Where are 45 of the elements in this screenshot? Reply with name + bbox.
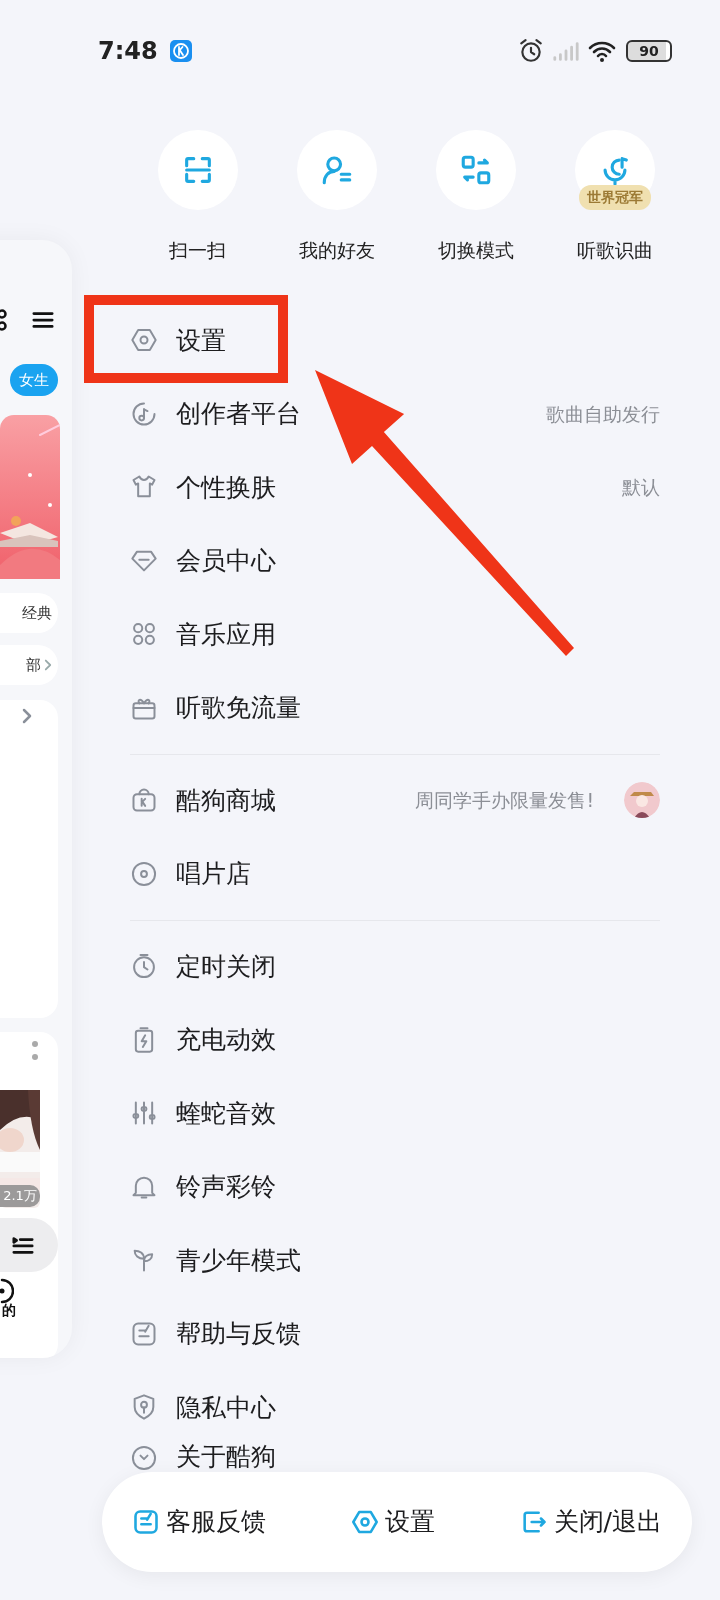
action-button[interactable]: 设置 xyxy=(350,1503,435,1541)
menu-item[interactable]: 会员中心 xyxy=(130,524,660,598)
hexagon-icon xyxy=(350,1508,379,1536)
badge: 世界冠军 xyxy=(578,185,651,210)
menu-item[interactable]: 帮助与反馈 xyxy=(130,1297,660,1371)
signal-icon xyxy=(552,40,580,62)
menu-item[interactable]: 蝰蛇音效 xyxy=(130,1076,660,1150)
playlist-icon[interactable] xyxy=(12,1235,34,1255)
timer-icon xyxy=(130,952,158,981)
menu-item[interactable]: 音乐应用 xyxy=(130,597,660,671)
chevron-icon[interactable] xyxy=(22,708,32,724)
feedback-icon xyxy=(132,1508,160,1536)
menu-item[interactable]: 设置 xyxy=(130,303,660,377)
menu-item[interactable]: 个性换肤 默认 xyxy=(130,450,660,524)
menu-item[interactable]: 铃声彩铃 xyxy=(130,1150,660,1224)
chip[interactable]: 部 xyxy=(0,645,58,685)
nodes-icon[interactable] xyxy=(0,308,10,332)
profile-tab-icon[interactable] xyxy=(0,1278,14,1304)
menu-item[interactable]: 充电动效 xyxy=(130,1003,660,1077)
menu-icon[interactable] xyxy=(32,310,54,330)
app-notification-icon xyxy=(169,40,192,62)
shortcut-label[interactable]: 听歌识曲 xyxy=(576,236,653,265)
play-count: 2.1万 xyxy=(0,1185,40,1207)
shortcut-label[interactable]: 我的好友 xyxy=(298,236,375,265)
menu-item[interactable]: 隐私中心 xyxy=(130,1370,660,1444)
disc-icon xyxy=(130,859,158,888)
menu-item[interactable]: 创作者平台 歌曲自助发行 xyxy=(130,377,660,451)
clock-time: 7:48 xyxy=(98,36,158,67)
chip[interactable]: 经典 xyxy=(0,593,58,633)
wifi-icon xyxy=(588,39,618,63)
more-icon[interactable] xyxy=(31,1040,39,1062)
shortcut-label[interactable]: 切换模式 xyxy=(437,236,514,265)
tab-label[interactable]: 的 xyxy=(2,1300,16,1321)
menu-item[interactable]: 定时关闭 xyxy=(130,929,660,1003)
battery-indicator: 90 xyxy=(626,40,672,62)
menu-item[interactable]: 酷狗商城 周同学手办限量发售! xyxy=(130,763,660,837)
chevron-icon xyxy=(44,658,52,672)
action-button[interactable]: 关闭/退出 xyxy=(519,1503,662,1541)
menu-item[interactable]: 唱片店 xyxy=(130,837,660,911)
alarm-icon xyxy=(518,38,544,64)
menu-item[interactable]: 听歌免流量 xyxy=(130,671,660,745)
shortcut-label[interactable]: 扫一扫 xyxy=(169,236,226,265)
action-button[interactable]: 客服反馈 xyxy=(132,1503,266,1541)
menu-item[interactable]: 青少年模式 xyxy=(130,1223,660,1297)
menu-item[interactable]: 关于酷狗 xyxy=(130,1444,660,1472)
